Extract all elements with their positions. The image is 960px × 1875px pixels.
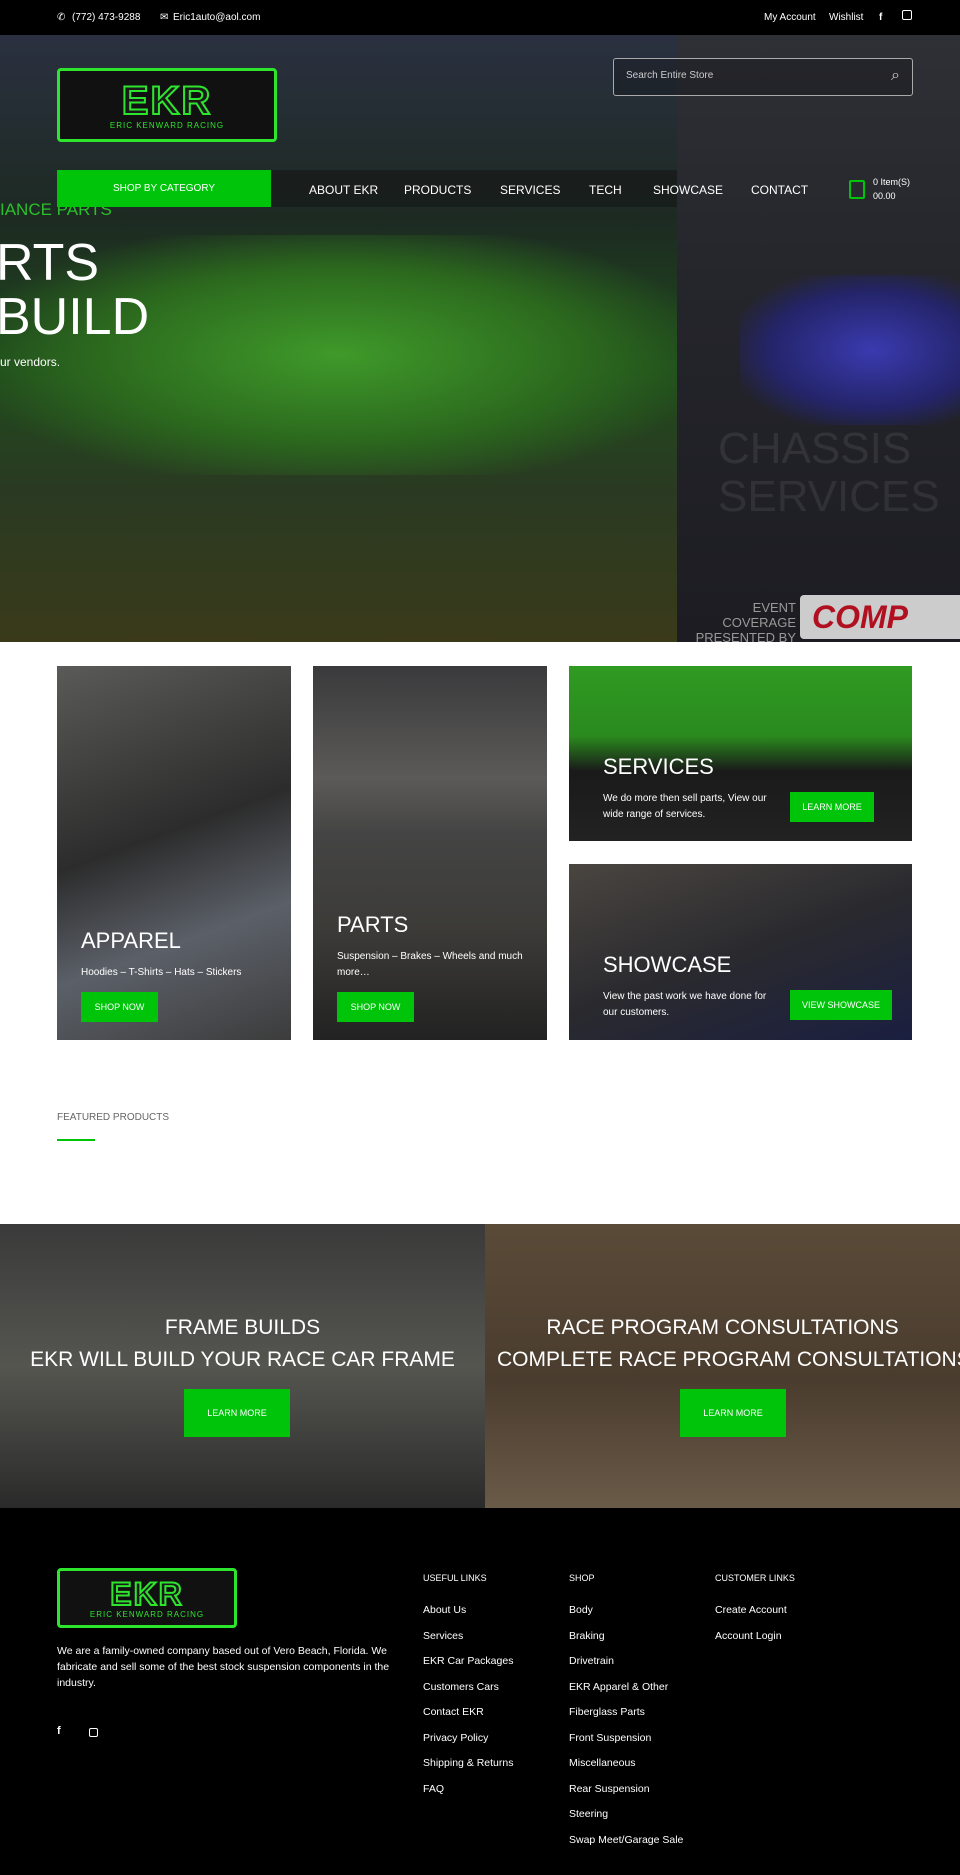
view-showcase-button[interactable]: VIEW SHOWCASE bbox=[790, 990, 892, 1020]
sponsor-text: EVENT COVERAGE PRESENTED BY bbox=[695, 600, 796, 642]
email-link[interactable]: Eric1auto@aol.com bbox=[173, 12, 260, 23]
cart-count[interactable]: 0 Item(S) bbox=[873, 177, 910, 187]
search-input[interactable] bbox=[626, 70, 876, 81]
banner-title: RACE PROGRAM CONSULTATIONS bbox=[546, 1316, 899, 1339]
footer-link[interactable]: Swap Meet/Garage Sale bbox=[569, 1834, 683, 1846]
shop-heading: SHOP bbox=[569, 1573, 595, 1583]
footer-link[interactable]: Braking bbox=[569, 1630, 605, 1642]
card-desc: We do more then sell parts, View our wid… bbox=[603, 793, 767, 820]
learn-more-button[interactable]: LEARN MORE bbox=[184, 1389, 290, 1437]
featured-products-heading: FEATURED PRODUCTS bbox=[57, 1112, 170, 1123]
footer-link[interactable]: Contact EKR bbox=[423, 1706, 484, 1718]
nav-showcase[interactable]: SHOWCASE bbox=[653, 183, 723, 197]
instagram-icon[interactable] bbox=[902, 10, 912, 20]
learn-more-button[interactable]: LEARN MORE bbox=[680, 1389, 786, 1437]
card-desc: View the past work we have done for our … bbox=[603, 991, 767, 1018]
footer-link[interactable]: Drivetrain bbox=[569, 1655, 614, 1667]
mail-icon: ✉ bbox=[160, 12, 169, 23]
footer-link[interactable]: Steering bbox=[569, 1808, 608, 1820]
my-account-link[interactable]: My Account bbox=[764, 12, 816, 23]
nav-tech[interactable]: TECH bbox=[589, 183, 622, 197]
footer-link[interactable]: About Us bbox=[423, 1604, 466, 1616]
footer-link[interactable]: EKR Car Packages bbox=[423, 1655, 513, 1667]
search-box: ⌕ bbox=[613, 58, 913, 96]
footer-link[interactable]: Body bbox=[569, 1604, 593, 1616]
search-icon[interactable]: ⌕ bbox=[891, 67, 900, 85]
nav-contact[interactable]: CONTACT bbox=[751, 183, 808, 197]
nav-products[interactable]: PRODUCTS bbox=[404, 183, 471, 197]
phone-icon: ✆ bbox=[57, 12, 66, 23]
footer-link[interactable]: Customers Cars bbox=[423, 1681, 499, 1693]
footer-link[interactable]: Shipping & Returns bbox=[423, 1757, 513, 1769]
top-bar: ✆ (772) 473-9288 ✉ Eric1auto@aol.com My … bbox=[0, 0, 960, 35]
parts-card[interactable]: PARTS Suspension – Brakes – Wheels and m… bbox=[313, 666, 547, 1040]
footer-about: We are a family-owned company based out … bbox=[57, 1645, 390, 1689]
frame-builds-banner: FRAME BUILDS EKR WILL BUILD YOUR RACE CA… bbox=[0, 1224, 485, 1508]
card-title: APPAREL bbox=[81, 928, 181, 953]
shop-by-category-button[interactable]: SHOP BY CATEGORY bbox=[57, 170, 271, 207]
race-program-banner: RACE PROGRAM CONSULTATIONS COMPLETE RACE… bbox=[485, 1224, 960, 1508]
footer-link[interactable]: Account Login bbox=[715, 1630, 782, 1642]
footer-link[interactable]: FAQ bbox=[423, 1783, 444, 1795]
showcase-card[interactable]: SHOWCASE View the past work we have done… bbox=[569, 864, 912, 1040]
card-desc: Hoodies – T-Shirts – Hats – Stickers bbox=[81, 967, 242, 978]
footer-link[interactable]: EKR Apparel & Other bbox=[569, 1681, 668, 1693]
card-title: SERVICES bbox=[603, 754, 714, 779]
hero-image-green-car bbox=[0, 235, 677, 475]
services-card[interactable]: SERVICES We do more then sell parts, Vie… bbox=[569, 666, 912, 841]
footer-link[interactable]: Miscellaneous bbox=[569, 1757, 636, 1769]
nav-about[interactable]: ABOUT EKR bbox=[309, 183, 378, 197]
learn-more-button[interactable]: LEARN MORE bbox=[790, 792, 874, 822]
hero-description: ur vendors. bbox=[0, 355, 61, 369]
site-logo[interactable]: EKR ERIC KENWARD RACING bbox=[57, 68, 277, 142]
useful-links-heading: USEFUL LINKS bbox=[423, 1573, 487, 1583]
footer-logo[interactable]: EKR ERIC KENWARD RACING bbox=[57, 1568, 237, 1628]
instagram-icon[interactable] bbox=[89, 1728, 98, 1737]
customer-links-heading: CUSTOMER LINKS bbox=[715, 1573, 795, 1583]
phone-link[interactable]: (772) 473-9288 bbox=[72, 12, 140, 23]
nav-services[interactable]: SERVICES bbox=[500, 183, 560, 197]
comp-cams-logo: COMP bbox=[800, 595, 960, 639]
cart-icon[interactable] bbox=[849, 180, 865, 199]
shop-now-button[interactable]: SHOP NOW bbox=[81, 992, 158, 1022]
card-desc: Suspension – Brakes – Wheels and much mo… bbox=[337, 951, 523, 978]
cart-total: 00.00 bbox=[873, 191, 896, 201]
card-title: SHOWCASE bbox=[603, 952, 732, 977]
card-title: PARTS bbox=[337, 912, 409, 937]
heading-underline bbox=[57, 1139, 95, 1141]
footer-link[interactable]: Privacy Policy bbox=[423, 1732, 488, 1744]
banner-subtitle: EKR WILL BUILD YOUR RACE CAR FRAME bbox=[30, 1348, 455, 1371]
footer-link[interactable]: Fiberglass Parts bbox=[569, 1706, 645, 1718]
hero-image-blue-car bbox=[740, 275, 960, 425]
footer-link[interactable]: Front Suspension bbox=[569, 1732, 651, 1744]
banner-title: FRAME BUILDS bbox=[164, 1316, 321, 1339]
hero-faint-text: CHASSIS SERVICES bbox=[718, 424, 940, 521]
footer-link[interactable]: Services bbox=[423, 1630, 463, 1642]
facebook-icon[interactable]: f bbox=[57, 1725, 61, 1737]
footer-link[interactable]: Rear Suspension bbox=[569, 1783, 650, 1795]
facebook-icon[interactable]: f bbox=[879, 12, 882, 23]
shop-now-button[interactable]: SHOP NOW bbox=[337, 992, 414, 1022]
hero-title-line2: BUILD bbox=[0, 288, 150, 346]
banner-subtitle: COMPLETE RACE PROGRAM CONSULTATIONS bbox=[497, 1348, 960, 1371]
apparel-card[interactable]: APPAREL Hoodies – T-Shirts – Hats – Stic… bbox=[57, 666, 291, 1040]
footer-link[interactable]: Create Account bbox=[715, 1604, 787, 1616]
hero-title-line1: RTS bbox=[0, 234, 100, 292]
wishlist-link[interactable]: Wishlist bbox=[829, 12, 863, 23]
